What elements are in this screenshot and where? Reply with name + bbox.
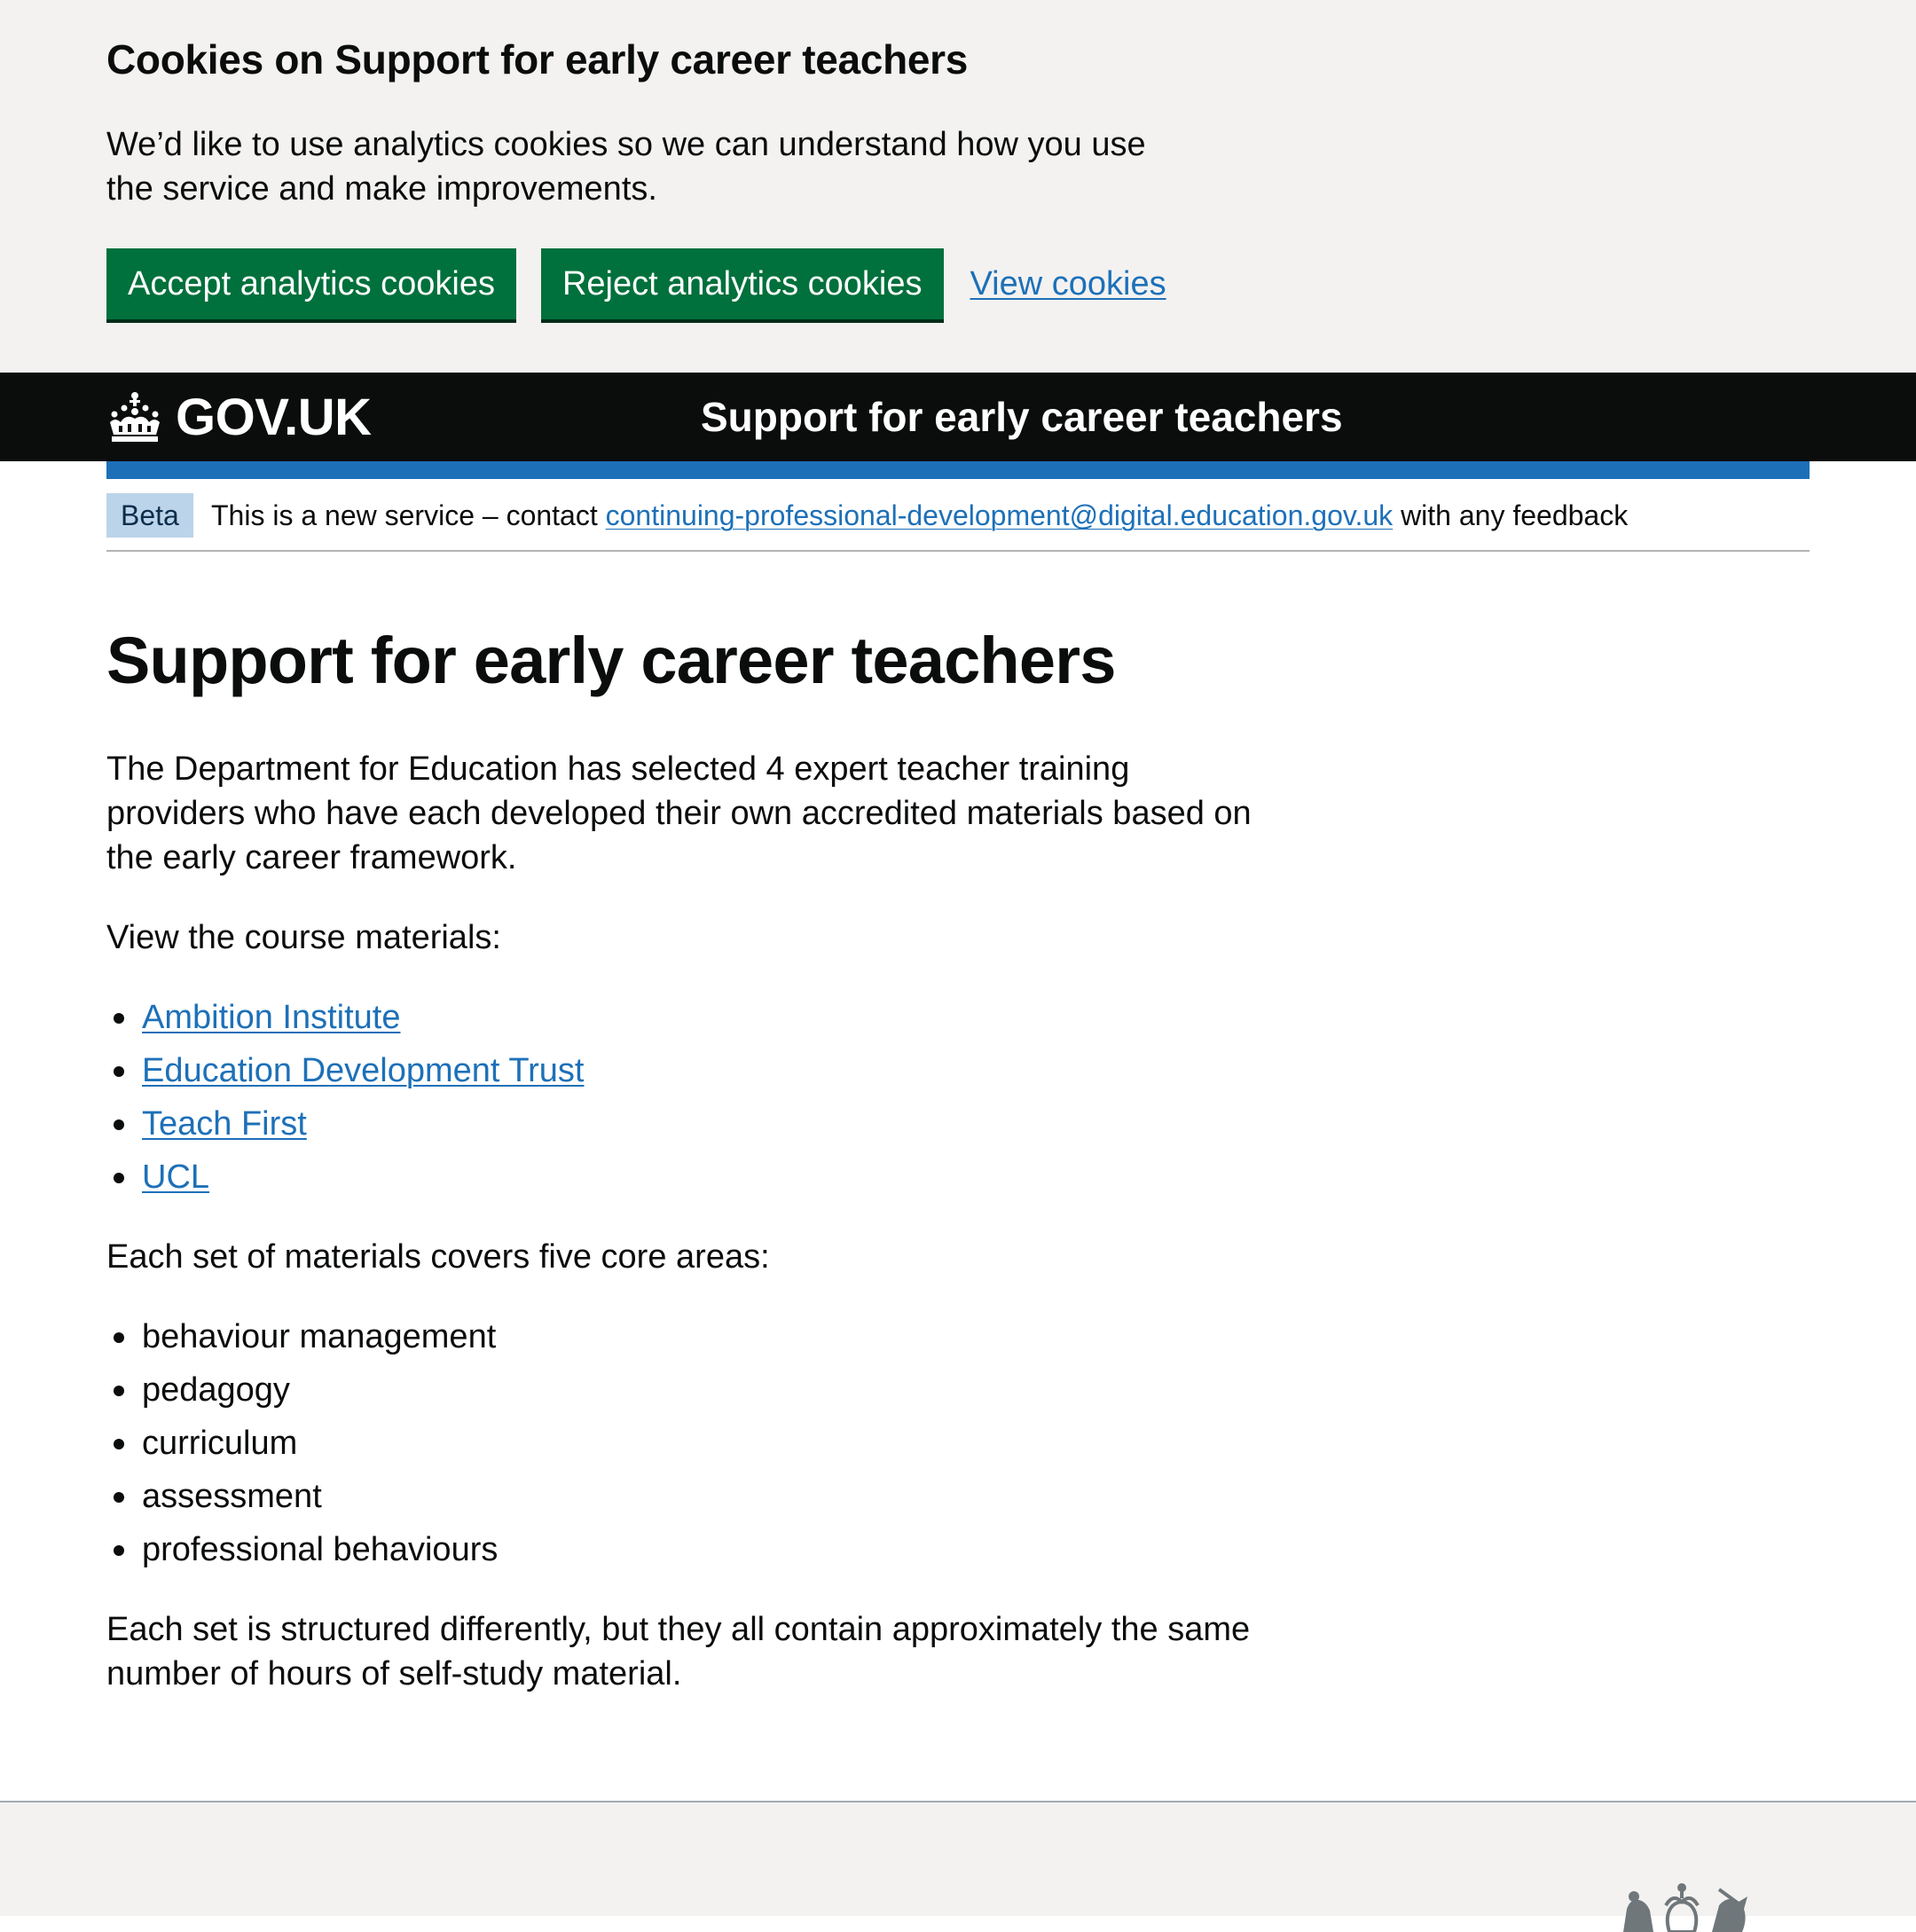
service-name-link[interactable]: Support for early career teachers [701,373,1343,461]
list-item: Education Development Trust [106,1048,585,1102]
list-item: curriculum [106,1421,498,1474]
phase-banner-text: This is a new service – contact continui… [211,495,1628,536]
provider-link-education-development-trust[interactable]: Education Development Trust [142,1052,585,1089]
phase-text-before: This is a new service – contact [211,499,598,531]
intro-paragraph: The Department for Education has selecte… [106,750,1252,876]
list-item: behaviour management [106,1315,498,1368]
list-item: assessment [106,1474,498,1528]
provider-link-ambition-institute[interactable]: Ambition Institute [142,999,400,1036]
list-item: professional behaviours [106,1528,498,1581]
govuk-logo-text: GOV.UK [176,388,372,446]
list-item: UCL [106,1155,585,1208]
core-areas-list: behaviour management pedagogy curriculum… [106,1315,498,1581]
feedback-email-link[interactable]: continuing-professional-development@digi… [606,499,1394,531]
provider-link-teach-first[interactable]: Teach First [142,1105,307,1143]
closing-paragraph: Each set is structured differently, but … [106,1611,1251,1692]
reject-cookies-button[interactable]: Reject analytics cookies [540,248,944,319]
page-title: Support for early career teachers [106,624,1116,697]
view-materials-text: View the course materials: [106,919,501,956]
phase-text-after: with any feedback [1401,499,1629,531]
list-item: pedagogy [106,1368,498,1421]
cookie-banner-text: We’d like to use analytics cookies so we… [106,126,1146,208]
royal-coat-of-arms-icon [1623,1883,1747,1932]
view-cookies-link[interactable]: View cookies [970,265,1166,303]
cookie-banner: Cookies on Support for early career teac… [0,0,1916,373]
core-areas-intro: Each set of materials covers five core a… [106,1238,770,1276]
accept-cookies-button[interactable]: Accept analytics cookies [106,248,516,319]
crown-icon [110,392,160,442]
providers-list: Ambition Institute Education Development… [106,995,585,1208]
govuk-home-link[interactable]: GOV.UK [106,373,372,461]
beta-tag: Beta [106,493,193,538]
site-header: GOV.UK Support for early career teachers [0,373,1916,479]
site-footer [0,1801,1916,1932]
list-item: Ambition Institute [106,995,585,1048]
phase-banner: Beta This is a new service – contact con… [106,461,1810,552]
cookie-actions: Accept analytics cookies Reject analytic… [106,248,1166,319]
cookie-banner-title: Cookies on Support for early career teac… [106,36,969,82]
main-content: Support for early career teachers The De… [0,552,1916,1801]
list-item: Teach First [106,1102,585,1155]
provider-link-ucl[interactable]: UCL [142,1158,209,1196]
